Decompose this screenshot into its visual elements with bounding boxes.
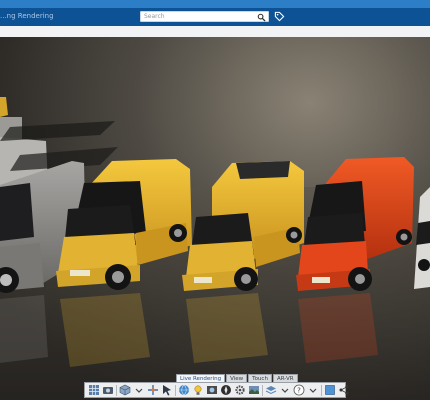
cube-icon[interactable] (119, 384, 131, 396)
search-input[interactable]: Search (140, 11, 269, 22)
toolbar-divider (175, 384, 176, 396)
toolbar-divider (116, 384, 117, 396)
render-scene (0, 37, 430, 400)
grid-icon[interactable] (88, 384, 100, 396)
panel-icon[interactable] (324, 384, 336, 396)
tag-icon[interactable] (274, 11, 285, 22)
search-icon[interactable] (257, 13, 266, 22)
render-icon[interactable] (206, 384, 218, 396)
move-icon[interactable] (147, 384, 159, 396)
share-icon[interactable] (338, 384, 350, 396)
select-icon[interactable] (161, 384, 173, 396)
gear-icon[interactable] (234, 384, 246, 396)
compass-icon[interactable] (220, 384, 232, 396)
chevron-down-icon[interactable] (307, 384, 319, 396)
help-icon[interactable]: ? (293, 384, 305, 396)
toolbar-divider (321, 384, 322, 396)
top-bar: ...ng Rendering Search (0, 8, 430, 26)
chevron-down-icon[interactable] (279, 384, 291, 396)
window-top-strip (0, 0, 430, 8)
3d-viewport[interactable] (0, 37, 430, 400)
toolbar-divider (262, 384, 263, 396)
layers-icon[interactable] (265, 384, 277, 396)
light-icon[interactable] (192, 384, 204, 396)
environment-icon[interactable] (248, 384, 260, 396)
action-bar: ? (84, 382, 349, 398)
globe-icon[interactable] (178, 384, 190, 396)
svg-text:?: ? (297, 387, 301, 395)
chevron-down-icon[interactable] (133, 384, 145, 396)
app-title: ...ng Rendering (0, 12, 54, 20)
search-placeholder: Search (144, 13, 165, 20)
camera-icon[interactable] (102, 384, 114, 396)
